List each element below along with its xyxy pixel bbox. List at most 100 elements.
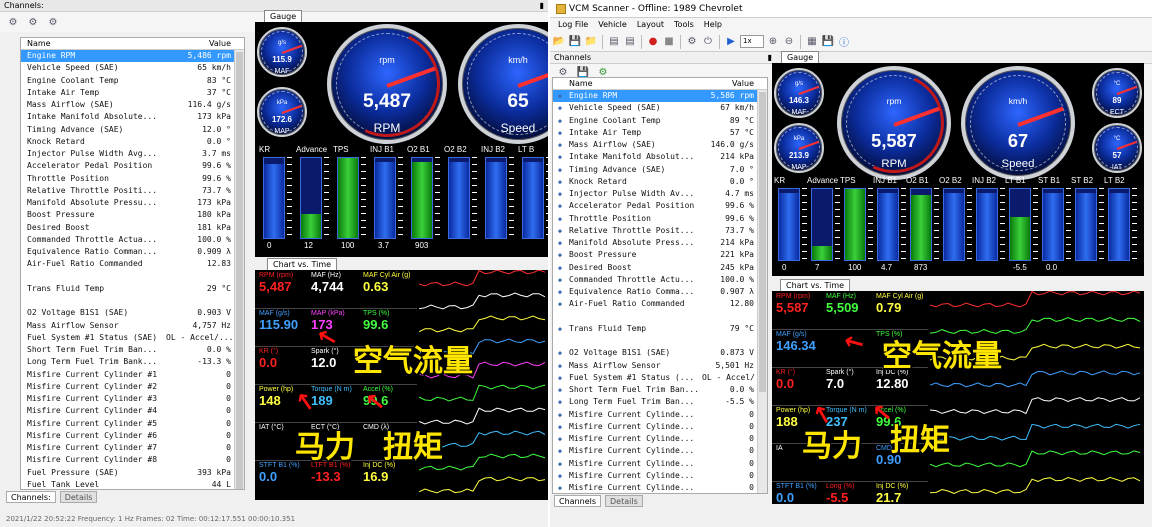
table-row[interactable]: Injector Pulse Width Avg... 3.7 ms	[21, 148, 244, 160]
scroll-thumb[interactable]	[236, 52, 243, 489]
table-row[interactable]: ◆ Misfire Current Cylinde... 0	[553, 433, 767, 445]
table-row[interactable]: Misfire Current Cylinder #3 0	[21, 393, 244, 405]
open-icon[interactable]: 📂	[552, 35, 566, 49]
table-row[interactable]: ◆ Air-Fuel Ratio Commanded 12.80	[553, 298, 767, 310]
table-row[interactable]: Engine RPM 5,486 rpm	[21, 50, 244, 63]
table-row[interactable]: Long Term Fuel Trim Bank... -13.3 %	[21, 356, 244, 368]
table-row[interactable]: Short Term Fuel Trim Ban... 0.0 %	[21, 344, 244, 356]
table-row[interactable]: ◆ Injector Pulse Width Av... 4.7 ms	[553, 188, 767, 200]
tab-details[interactable]: Details	[59, 491, 98, 503]
table-row[interactable]: ◆ Long Term Fuel Trim Ban... -5.5 %	[553, 396, 767, 408]
save-layout-icon[interactable]: 💾	[821, 35, 835, 49]
table-row[interactable]: Fuel Pressure (SAE) 393 kPa	[21, 467, 244, 479]
table-row[interactable]: ◆ Misfire Current Cylinde... 0	[553, 482, 767, 493]
col-value-header[interactable]: Value	[166, 38, 234, 49]
power-icon[interactable]: ⏻	[701, 35, 715, 49]
table-row[interactable]: Boost Pressure 180 kPa	[21, 209, 244, 221]
table-scrollbar[interactable]	[234, 50, 244, 489]
table-row[interactable]: ◆ Fuel System #1 Status (... OL - Accel/..…	[553, 372, 767, 384]
pin-icon[interactable]: ▮	[540, 0, 544, 12]
tab-chart-vs-time[interactable]: Chart vs. Time	[780, 279, 851, 291]
table-row[interactable]	[21, 295, 244, 307]
table-row[interactable]: Commanded Throttle Actua... 100.0 %	[21, 234, 244, 246]
table-row[interactable]: ◆ Commanded Throttle Actu... 100.0 %	[553, 274, 767, 286]
stop-icon[interactable]: ■	[662, 35, 676, 49]
save-icon[interactable]: 💾	[568, 35, 582, 49]
table-row[interactable]: Trans Fluid Temp 29 °C	[21, 283, 244, 295]
table-row[interactable]: Relative Throttle Positi... 73.7 %	[21, 185, 244, 197]
table-row[interactable]: ◆ Engine Coolant Temp 89 °C	[553, 115, 767, 127]
menu-item-vehicle[interactable]: Vehicle	[598, 18, 627, 32]
layout-icon[interactable]: ▦	[805, 35, 819, 49]
record-icon[interactable]: ●	[646, 35, 660, 49]
settings-icon[interactable]: ⚙	[46, 15, 60, 29]
table-row[interactable]: Accelerator Pedal Position 99.6 %	[21, 160, 244, 172]
table-row[interactable]: ◆ Misfire Current Cylinde... 0	[553, 409, 767, 421]
table-row[interactable]: Desired Boost 181 kPa	[21, 222, 244, 234]
table-row[interactable]: Intake Manifold Absolute... 173 kPa	[21, 111, 244, 123]
table-row[interactable]: O2 Voltage B1S1 (SAE) 0.903 V	[21, 307, 244, 319]
table-row[interactable]	[553, 311, 767, 323]
table-row[interactable]: Intake Air Temp 37 °C	[21, 87, 244, 99]
col-value-header[interactable]: Value	[702, 78, 757, 89]
table-row[interactable]: ◆ Throttle Position 99.6 %	[553, 213, 767, 225]
table-row[interactable]: ◆ Vehicle Speed (SAE) 67 km/h	[553, 102, 767, 114]
table-row[interactable]: Misfire Current Cylinder #2 0	[21, 381, 244, 393]
table-row[interactable]: Manifold Absolute Pressu... 173 kPa	[21, 197, 244, 209]
tab-gauge[interactable]: Gauge	[264, 10, 303, 22]
table-row[interactable]: Fuel Tank Level 44 L	[21, 479, 244, 489]
table-row[interactable]: ◆ Accelerator Pedal Position 99.6 %	[553, 200, 767, 212]
table-row[interactable]: ◆ O2 Voltage B1S1 (SAE) 0.873 V	[553, 347, 767, 359]
table-row[interactable]: ◆ Timing Advance (SAE) 7.0 °	[553, 164, 767, 176]
table-row[interactable]: ◆ Intake Manifold Absolut... 214 kPa	[553, 151, 767, 163]
table-row[interactable]: Misfire Current Cylinder #4 0	[21, 405, 244, 417]
table-row[interactable]: ◆ Equivalence Ratio Comma... 0.907 λ	[553, 286, 767, 298]
table-row[interactable]: Misfire Current Cylinder #6 0	[21, 430, 244, 442]
table-row[interactable]: Fuel System #1 Status (SAE) OL - Accel/..…	[21, 332, 244, 344]
table-row[interactable]: ◆ Mass Airflow Sensor 5,501 Hz	[553, 360, 767, 372]
tab-channels[interactable]: Channels:	[6, 491, 56, 503]
add-channel-icon[interactable]: ⚙	[6, 15, 20, 29]
table-row[interactable]: ◆ Mass Airflow (SAE) 146.0 g/s	[553, 139, 767, 151]
table-row[interactable]: Engine Coolant Temp 83 °C	[21, 75, 244, 87]
table-row[interactable]: ◆ Manifold Absolute Press... 214 kPa	[553, 237, 767, 249]
table-row[interactable]: ◆ Trans Fluid Temp 79 °C	[553, 323, 767, 335]
col-name-header[interactable]: Name	[567, 78, 702, 89]
table-row[interactable]: ◆ Knock Retard 0.0 °	[553, 176, 767, 188]
playback-rate-select[interactable]: 1x	[740, 35, 764, 48]
folder-icon[interactable]: 📁	[584, 35, 598, 49]
table-row[interactable]: Air-Fuel Ratio Commanded 12.83	[21, 258, 244, 270]
table-row[interactable]: Misfire Current Cylinder #1 0	[21, 369, 244, 381]
table-row[interactable]: ◆ Relative Throttle Posit... 73.7 %	[553, 225, 767, 237]
table-row[interactable]: Equivalence Ratio Comman... 0.909 λ	[21, 246, 244, 258]
tab-details[interactable]: Details	[605, 495, 643, 507]
table-row[interactable]: ◆ Short Term Fuel Trim Ban... 0.0 %	[553, 384, 767, 396]
info-icon[interactable]: ⓘ	[837, 35, 851, 49]
table-row[interactable]: ◆ Misfire Current Cylinde... 0	[553, 445, 767, 457]
table-row[interactable]: ◆ Desired Boost 245 kPa	[553, 262, 767, 274]
zoom-out-icon[interactable]: ⊖	[782, 35, 796, 49]
table-row[interactable]: ◆ Misfire Current Cylinde... 0	[553, 470, 767, 482]
table-row[interactable]: ◆ Misfire Current Cylinde... 0	[553, 458, 767, 470]
tool-icon[interactable]: ⚙	[685, 35, 699, 49]
table-row[interactable]: Mass Airflow (SAE) 116.4 g/s	[21, 99, 244, 111]
tab-chart-vs-time[interactable]: Chart vs. Time	[267, 258, 338, 270]
tab-channels[interactable]: Channels	[554, 495, 602, 507]
zoom-in-icon[interactable]: ⊕	[766, 35, 780, 49]
table-row[interactable]: Misfire Current Cylinder #5 0	[21, 418, 244, 430]
menu-item-layout[interactable]: Layout	[637, 18, 664, 32]
table-row[interactable]: ◆ Misfire Current Cylinde... 0	[553, 421, 767, 433]
menu-item-log-file[interactable]: Log File	[558, 18, 588, 32]
play-icon[interactable]: ▶	[724, 35, 738, 49]
table-row[interactable]: ◆ Engine RPM 5,586 rpm	[553, 90, 767, 103]
table-row[interactable]	[553, 335, 767, 347]
remove-channel-icon[interactable]: ⚙	[26, 15, 40, 29]
table-row[interactable]: Timing Advance (SAE) 12.0 °	[21, 124, 244, 136]
tab-gauge[interactable]: Gauge	[781, 51, 820, 63]
table-row[interactable]: Mass Airflow Sensor 4,757 Hz	[21, 320, 244, 332]
table-row[interactable]: Vehicle Speed (SAE) 65 km/h	[21, 62, 244, 74]
table-scrollbar[interactable]	[757, 90, 767, 493]
table-row[interactable]: ◆ Intake Air Temp 57 °C	[553, 127, 767, 139]
menu-item-tools[interactable]: Tools	[674, 18, 694, 32]
menu-item-help[interactable]: Help	[704, 18, 722, 32]
